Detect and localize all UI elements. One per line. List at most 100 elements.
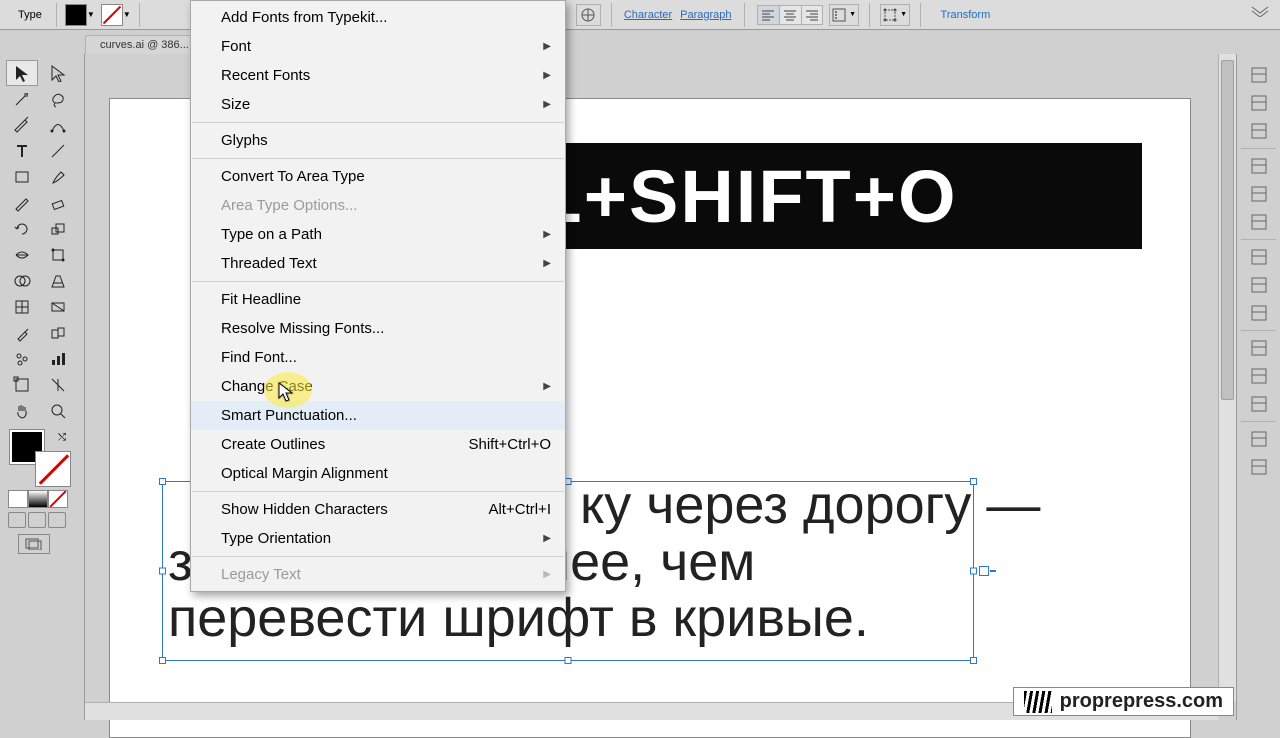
resize-handle[interactable] [159,478,166,485]
menu-item[interactable]: Font▶ [191,32,565,61]
menu-item-label: Threaded Text [221,251,317,276]
curvature-tool[interactable] [42,112,74,138]
stroke-color-box[interactable] [36,452,70,486]
brushes-panel-icon[interactable] [1244,153,1274,179]
menu-separator [192,122,564,123]
character-panel-link[interactable]: Character [624,9,672,21]
layers-panel-icon[interactable] [1244,363,1274,389]
align-center-button[interactable] [779,5,801,25]
touch-type-button[interactable]: ▼ [880,4,910,26]
stroke-panel-icon[interactable] [1244,209,1274,235]
color-none-button[interactable] [48,490,68,508]
menu-item[interactable]: Optical Margin Alignment [191,459,565,488]
gradient-panel-icon[interactable] [1244,244,1274,270]
menu-item[interactable]: Resolve Missing Fonts... [191,314,565,343]
column-graph-tool[interactable] [42,346,74,372]
color-panel-icon[interactable] [1244,62,1274,88]
eyedropper-tool[interactable] [6,320,38,346]
color-guide-panel-icon[interactable] [1244,90,1274,116]
align-panel-icon[interactable] [1244,391,1274,417]
draw-behind-button[interactable] [28,512,46,528]
transform-panel-link[interactable]: Transform [941,9,991,21]
symbols-panel-icon[interactable] [1244,181,1274,207]
stroke-swatch[interactable] [101,4,123,26]
free-transform-tool[interactable] [42,242,74,268]
menu-item[interactable]: Show Hidden CharactersAlt+Ctrl+I [191,495,565,524]
menu-item-label: Type on a Path [221,222,322,247]
scale-tool[interactable] [42,216,74,242]
lasso-tool[interactable] [42,86,74,112]
fill-swatch-menu[interactable]: ▼ [87,4,95,26]
graphic-styles-panel-icon[interactable] [1244,335,1274,361]
resize-handle[interactable] [159,568,166,575]
selection-tool[interactable] [6,60,38,86]
watermark-text: proprepress.com [1060,690,1223,713]
color-mode-row [8,490,84,508]
menu-item[interactable]: Add Fonts from Typekit... [191,3,565,32]
swatches-panel-icon[interactable] [1244,118,1274,144]
resize-handle[interactable] [159,657,166,664]
hand-tool[interactable] [6,398,38,424]
pencil-tool[interactable] [6,190,38,216]
menu-item[interactable]: Recent Fonts▶ [191,61,565,90]
align-left-button[interactable] [757,5,779,25]
align-right-button[interactable] [801,5,823,25]
transparency-panel-icon[interactable] [1244,272,1274,298]
collapse-options-icon[interactable] [1250,4,1270,22]
navigator-panel-icon[interactable] [1244,454,1274,480]
stroke-swatch-menu[interactable]: ▼ [123,4,131,26]
bullets-button[interactable]: ▼ [829,4,859,26]
vertical-scrollbar[interactable] [1218,54,1236,702]
paragraph-panel-link[interactable]: Paragraph [680,9,731,21]
menu-item[interactable]: Type Orientation▶ [191,524,565,553]
menu-item[interactable]: Threaded Text▶ [191,249,565,278]
menu-item[interactable]: Size▶ [191,90,565,119]
blend-tool[interactable] [42,320,74,346]
menu-item-shortcut: Alt+Ctrl+I [488,497,551,522]
gradient-tool[interactable] [42,294,74,320]
zoom-tool[interactable] [42,398,74,424]
menu-item[interactable]: Fit Headline [191,285,565,314]
symbol-sprayer-tool[interactable] [6,346,38,372]
divider [744,3,745,27]
draw-inside-button[interactable] [48,512,66,528]
screen-mode-button[interactable] [18,534,50,554]
menu-item-label: Font [221,34,251,59]
appearance-panel-icon[interactable] [1244,300,1274,326]
menu-item[interactable]: Smart Punctuation... [191,401,565,430]
resize-handle[interactable] [565,657,572,664]
scrollbar-thumb[interactable] [1221,60,1234,400]
pathfinder-panel-icon[interactable] [1244,426,1274,452]
color-gradient-button[interactable] [28,490,48,508]
align-menu-button[interactable] [576,4,601,26]
menu-item[interactable]: Type on a Path▶ [191,220,565,249]
menu-item[interactable]: Change Case▶ [191,372,565,401]
shape-builder-tool[interactable] [6,268,38,294]
width-tool[interactable] [6,242,38,268]
color-solid-button[interactable] [8,490,28,508]
paintbrush-tool[interactable] [42,164,74,190]
mesh-tool[interactable] [6,294,38,320]
resize-handle[interactable] [970,657,977,664]
menu-item[interactable]: Create OutlinesShift+Ctrl+O [191,430,565,459]
menu-item[interactable]: Glyphs [191,126,565,155]
slice-tool[interactable] [42,372,74,398]
menu-item[interactable]: Convert To Area Type [191,162,565,191]
fill-swatch[interactable] [65,4,87,26]
rotate-tool[interactable] [6,216,38,242]
fill-stroke-control[interactable]: ⤭ [10,430,70,486]
type-tool[interactable] [6,138,38,164]
draw-normal-button[interactable] [8,512,26,528]
divider [611,3,612,27]
rectangle-tool[interactable] [6,164,38,190]
eraser-tool[interactable] [42,190,74,216]
perspective-tool[interactable] [42,268,74,294]
magic-wand-tool[interactable] [6,86,38,112]
document-tab[interactable]: curves.ai @ 386... [85,35,204,54]
line-segment-tool[interactable] [42,138,74,164]
artboard-tool[interactable] [6,372,38,398]
direct-selection-tool[interactable] [42,60,74,86]
pen-tool[interactable] [6,112,38,138]
swap-fill-stroke-icon[interactable]: ⤭ [58,432,66,443]
menu-item[interactable]: Find Font... [191,343,565,372]
